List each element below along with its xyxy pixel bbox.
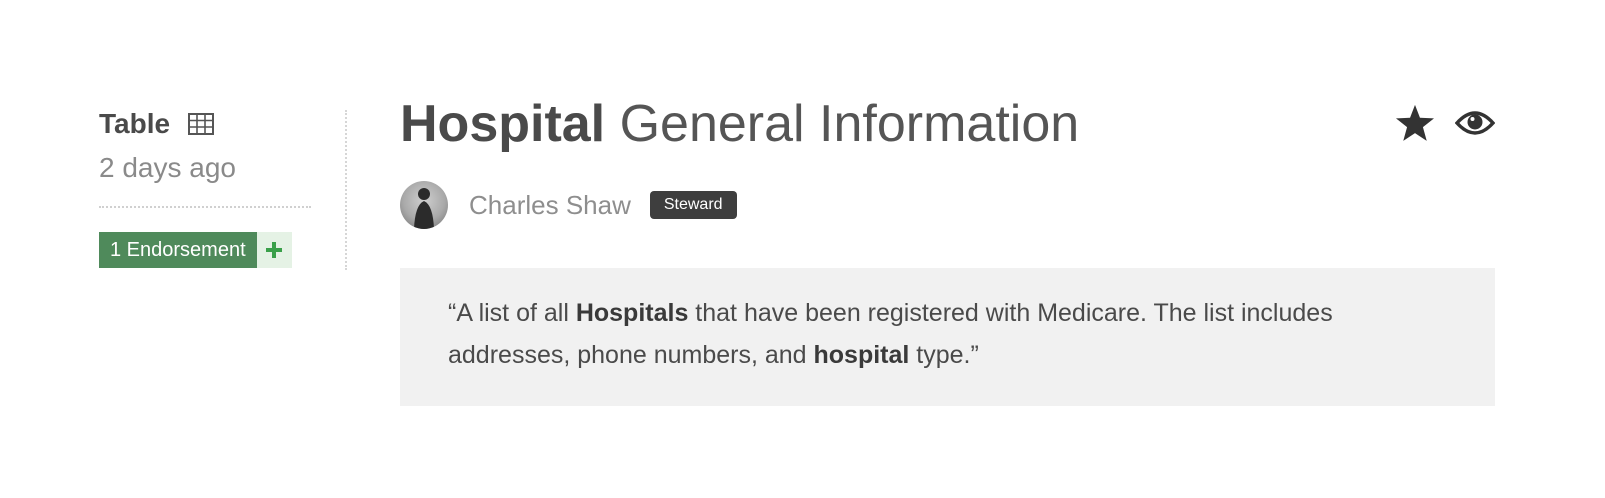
page-title: Hospital General Information bbox=[400, 92, 1495, 156]
title-rest: General Information bbox=[605, 95, 1080, 153]
description-text-1: “A list of all bbox=[448, 299, 576, 327]
dataset-header: Hospital General Information Charles Sha… bbox=[400, 92, 1496, 406]
description-text-3: type.” bbox=[909, 341, 979, 369]
endorsement-control: 1 Endorsement bbox=[99, 232, 292, 268]
meta-divider bbox=[99, 206, 311, 208]
header-actions bbox=[1395, 104, 1496, 147]
author-name[interactable]: Charles Shaw bbox=[469, 190, 631, 221]
column-divider bbox=[345, 110, 347, 270]
updated-time: 2 days ago bbox=[99, 152, 236, 183]
add-endorsement-button[interactable] bbox=[256, 232, 292, 268]
role-badge: Steward bbox=[649, 191, 737, 219]
description-term-1: Hospitals bbox=[575, 299, 689, 327]
eye-icon[interactable] bbox=[1454, 109, 1496, 142]
dataset-meta: Table 2 days ago 1 Endorsement bbox=[99, 104, 311, 268]
title-strong: Hospital bbox=[400, 95, 606, 153]
avatar[interactable] bbox=[400, 181, 448, 229]
plus-icon bbox=[266, 242, 283, 258]
dataset-type: Table bbox=[99, 104, 311, 144]
star-icon[interactable] bbox=[1395, 104, 1435, 147]
author-row: Charles Shaw Steward bbox=[400, 181, 1495, 229]
table-icon bbox=[188, 113, 215, 135]
endorsement-count[interactable]: 1 Endorsement bbox=[99, 232, 257, 268]
dataset-type-label: Table bbox=[99, 108, 171, 139]
dataset-description: “A list of all Hospitals that have been … bbox=[400, 268, 1495, 406]
description-term-2: hospital bbox=[813, 341, 910, 369]
